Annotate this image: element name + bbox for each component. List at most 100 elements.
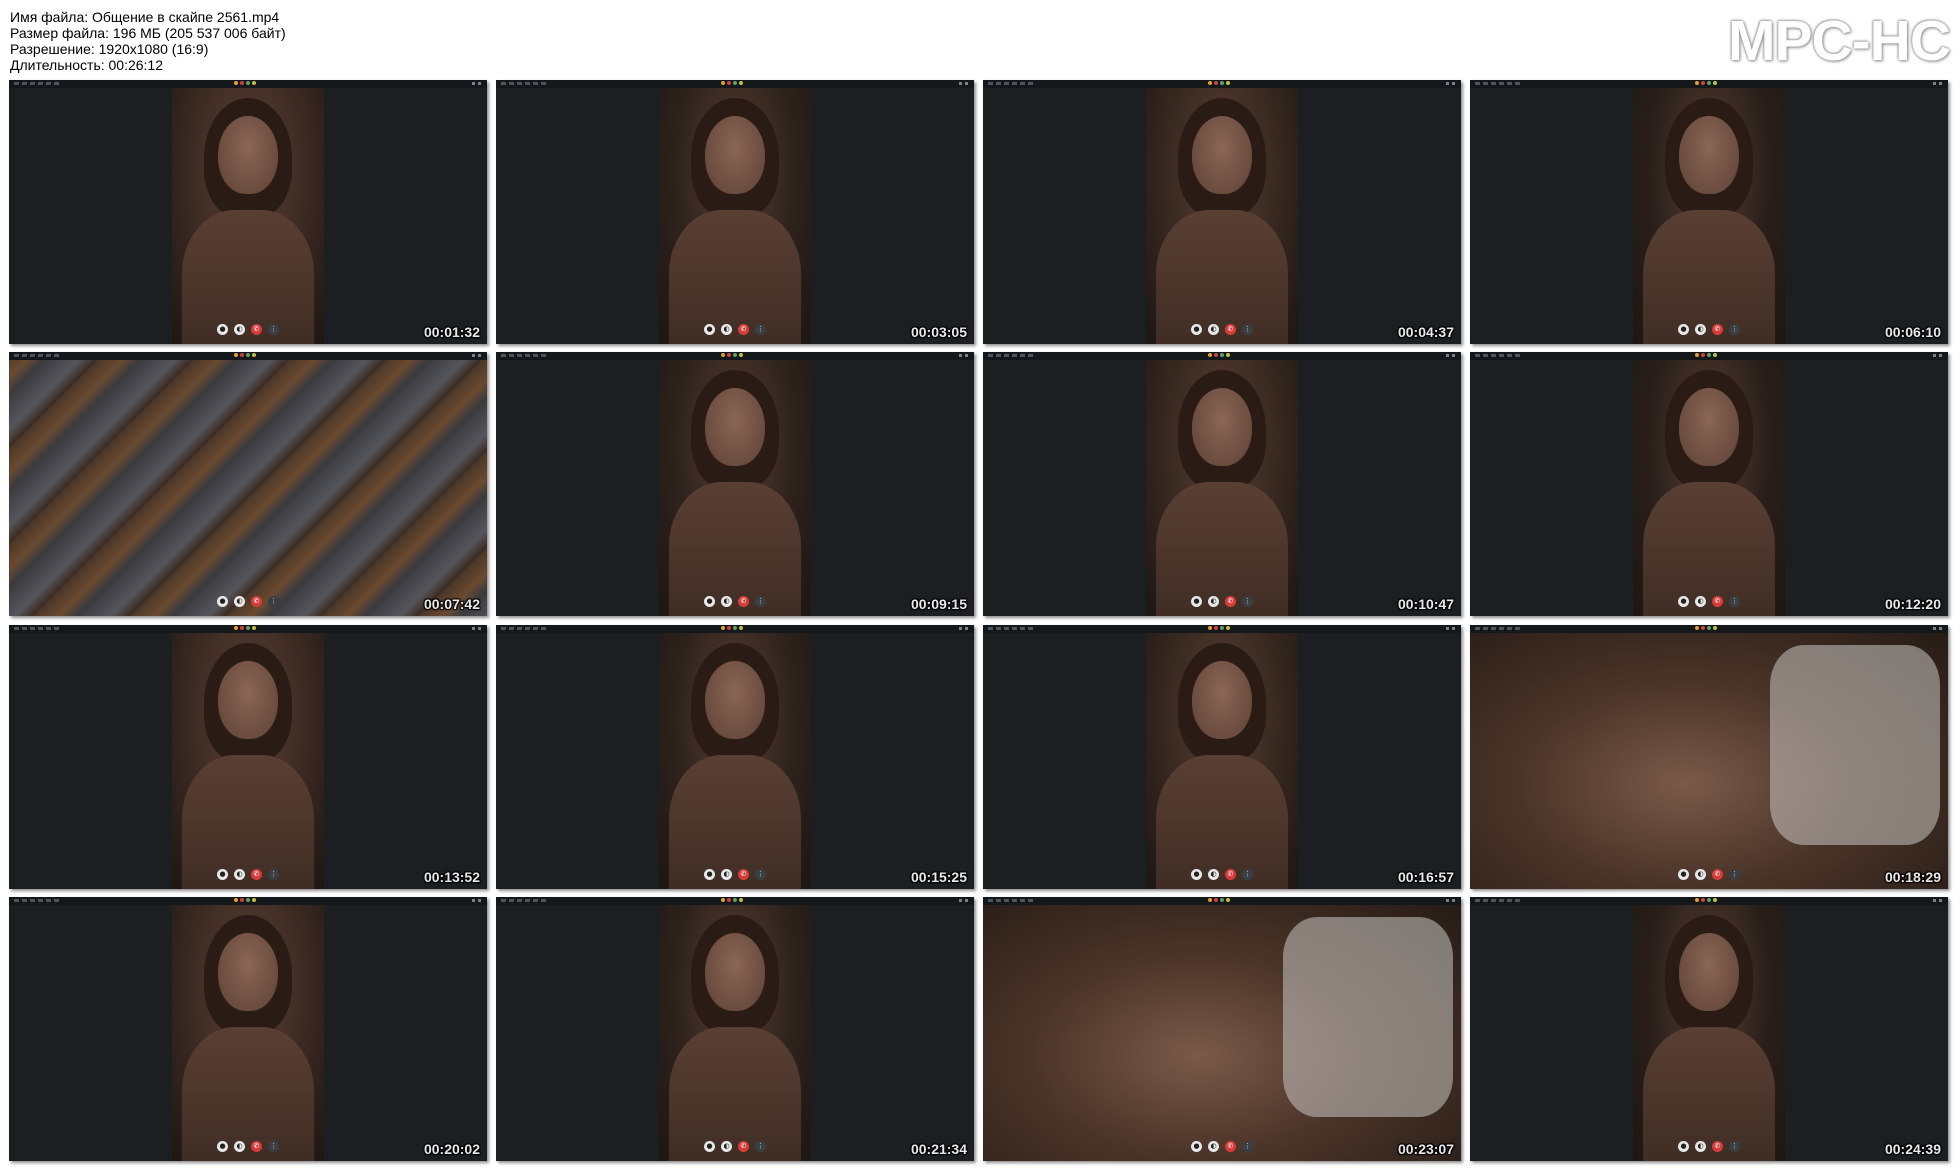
person-face <box>218 116 278 194</box>
timestamp: 00:24:39 <box>1884 1141 1941 1157</box>
timestamp: 00:13:52 <box>423 869 480 885</box>
more-icon[interactable]: ⋮ <box>755 324 766 335</box>
video-thumbnail[interactable]: ● ◐ ✆ ⋮ 00:12:20 <box>1470 352 1948 616</box>
timestamp: 00:21:34 <box>910 1141 967 1157</box>
end-call-icon[interactable]: ✆ <box>1712 324 1723 335</box>
camera-icon[interactable]: ◐ <box>1695 1141 1706 1152</box>
video-thumbnail[interactable]: ● ◐ ✆ ⋮ 00:18:29 <box>1470 625 1948 889</box>
window-title-bar <box>983 897 1461 905</box>
camera-icon[interactable]: ◐ <box>721 1141 732 1152</box>
video-thumbnail[interactable]: ● ◐ ✆ ⋮ 00:04:37 <box>983 80 1461 344</box>
mic-icon[interactable]: ● <box>1678 869 1689 880</box>
end-call-icon[interactable]: ✆ <box>738 869 749 880</box>
end-call-icon[interactable]: ✆ <box>738 1141 749 1152</box>
end-call-icon[interactable]: ✆ <box>251 596 262 607</box>
more-icon[interactable]: ⋮ <box>1729 596 1740 607</box>
more-icon[interactable]: ⋮ <box>755 869 766 880</box>
video-thumbnail[interactable]: ● ◐ ✆ ⋮ 00:01:32 <box>9 80 487 344</box>
call-controls: ● ◐ ✆ ⋮ <box>1191 596 1253 607</box>
end-call-icon[interactable]: ✆ <box>1225 869 1236 880</box>
more-icon[interactable]: ⋮ <box>1242 596 1253 607</box>
mic-icon[interactable]: ● <box>217 596 228 607</box>
thumbnail-grid: ● ◐ ✆ ⋮ 00:01:32 ● ◐ ✆ ⋮ 00:03:05 ● ◐ ✆ ⋮ 00:04:37 ● ◐ ✆ ⋮… <box>0 0 1960 1172</box>
end-call-icon[interactable]: ✆ <box>251 324 262 335</box>
video-thumbnail[interactable]: ● ◐ ✆ ⋮ 00:15:25 <box>496 625 974 889</box>
person-face <box>1679 933 1739 1011</box>
more-icon[interactable]: ⋮ <box>268 324 279 335</box>
camera-icon[interactable]: ◐ <box>234 1141 245 1152</box>
video-thumbnail[interactable]: ● ◐ ✆ ⋮ 00:10:47 <box>983 352 1461 616</box>
more-icon[interactable]: ⋮ <box>1729 869 1740 880</box>
camera-icon[interactable]: ◐ <box>721 596 732 607</box>
window-title-bar <box>983 80 1461 88</box>
mic-icon[interactable]: ● <box>704 1141 715 1152</box>
end-call-icon[interactable]: ✆ <box>251 1141 262 1152</box>
call-controls: ● ◐ ✆ ⋮ <box>217 1141 279 1152</box>
video-thumbnail[interactable]: ● ◐ ✆ ⋮ 00:23:07 <box>983 897 1461 1161</box>
mic-icon[interactable]: ● <box>217 324 228 335</box>
more-icon[interactable]: ⋮ <box>268 596 279 607</box>
more-icon[interactable]: ⋮ <box>755 596 766 607</box>
timestamp: 00:15:25 <box>910 869 967 885</box>
camera-icon[interactable]: ◐ <box>721 324 732 335</box>
camera-icon[interactable]: ◐ <box>1208 596 1219 607</box>
camera-icon[interactable]: ◐ <box>1208 869 1219 880</box>
video-frame <box>659 352 811 616</box>
more-icon[interactable]: ⋮ <box>268 1141 279 1152</box>
camera-icon[interactable]: ◐ <box>1695 596 1706 607</box>
camera-icon[interactable]: ◐ <box>234 869 245 880</box>
camera-icon[interactable]: ◐ <box>721 869 732 880</box>
person-face <box>1192 661 1252 739</box>
mic-icon[interactable]: ● <box>1678 1141 1689 1152</box>
mic-icon[interactable]: ● <box>1191 596 1202 607</box>
more-icon[interactable]: ⋮ <box>755 1141 766 1152</box>
end-call-icon[interactable]: ✆ <box>1712 869 1723 880</box>
more-icon[interactable]: ⋮ <box>1729 1141 1740 1152</box>
end-call-icon[interactable]: ✆ <box>1225 1141 1236 1152</box>
person-face <box>705 116 765 194</box>
mic-icon[interactable]: ● <box>1678 596 1689 607</box>
end-call-icon[interactable]: ✆ <box>1712 596 1723 607</box>
video-thumbnail[interactable]: ● ◐ ✆ ⋮ 00:24:39 <box>1470 897 1948 1161</box>
mic-icon[interactable]: ● <box>1191 324 1202 335</box>
window-title-bar <box>9 625 487 633</box>
mic-icon[interactable]: ● <box>704 596 715 607</box>
mic-icon[interactable]: ● <box>704 869 715 880</box>
mic-icon[interactable]: ● <box>217 1141 228 1152</box>
camera-icon[interactable]: ◐ <box>234 596 245 607</box>
camera-icon[interactable]: ◐ <box>234 324 245 335</box>
video-thumbnail[interactable]: ● ◐ ✆ ⋮ 00:03:05 <box>496 80 974 344</box>
mic-icon[interactable]: ● <box>704 324 715 335</box>
end-call-icon[interactable]: ✆ <box>738 596 749 607</box>
mic-icon[interactable]: ● <box>217 869 228 880</box>
video-thumbnail[interactable]: ● ◐ ✆ ⋮ 00:16:57 <box>983 625 1461 889</box>
video-frame <box>1633 80 1785 344</box>
camera-icon[interactable]: ◐ <box>1695 324 1706 335</box>
camera-icon[interactable]: ◐ <box>1695 869 1706 880</box>
end-call-icon[interactable]: ✆ <box>1712 1141 1723 1152</box>
video-thumbnail[interactable]: ● ◐ ✆ ⋮ 00:09:15 <box>496 352 974 616</box>
timestamp: 00:16:57 <box>1397 869 1454 885</box>
more-icon[interactable]: ⋮ <box>268 869 279 880</box>
mic-icon[interactable]: ● <box>1678 324 1689 335</box>
video-frame <box>983 897 1461 1161</box>
mic-icon[interactable]: ● <box>1191 869 1202 880</box>
timestamp: 00:10:47 <box>1397 596 1454 612</box>
end-call-icon[interactable]: ✆ <box>1225 596 1236 607</box>
more-icon[interactable]: ⋮ <box>1242 869 1253 880</box>
video-thumbnail[interactable]: ● ◐ ✆ ⋮ 00:06:10 <box>1470 80 1948 344</box>
more-icon[interactable]: ⋮ <box>1242 1141 1253 1152</box>
camera-icon[interactable]: ◐ <box>1208 324 1219 335</box>
more-icon[interactable]: ⋮ <box>1729 324 1740 335</box>
video-thumbnail[interactable]: ● ◐ ✆ ⋮ 00:21:34 <box>496 897 974 1161</box>
person-shirt <box>1770 645 1940 845</box>
more-icon[interactable]: ⋮ <box>1242 324 1253 335</box>
camera-icon[interactable]: ◐ <box>1208 1141 1219 1152</box>
video-thumbnail[interactable]: ● ◐ ✆ ⋮ 00:20:02 <box>9 897 487 1161</box>
end-call-icon[interactable]: ✆ <box>1225 324 1236 335</box>
mic-icon[interactable]: ● <box>1191 1141 1202 1152</box>
end-call-icon[interactable]: ✆ <box>251 869 262 880</box>
end-call-icon[interactable]: ✆ <box>738 324 749 335</box>
video-thumbnail[interactable]: ● ◐ ✆ ⋮ 00:13:52 <box>9 625 487 889</box>
video-thumbnail[interactable]: ● ◐ ✆ ⋮ 00:07:42 <box>9 352 487 616</box>
